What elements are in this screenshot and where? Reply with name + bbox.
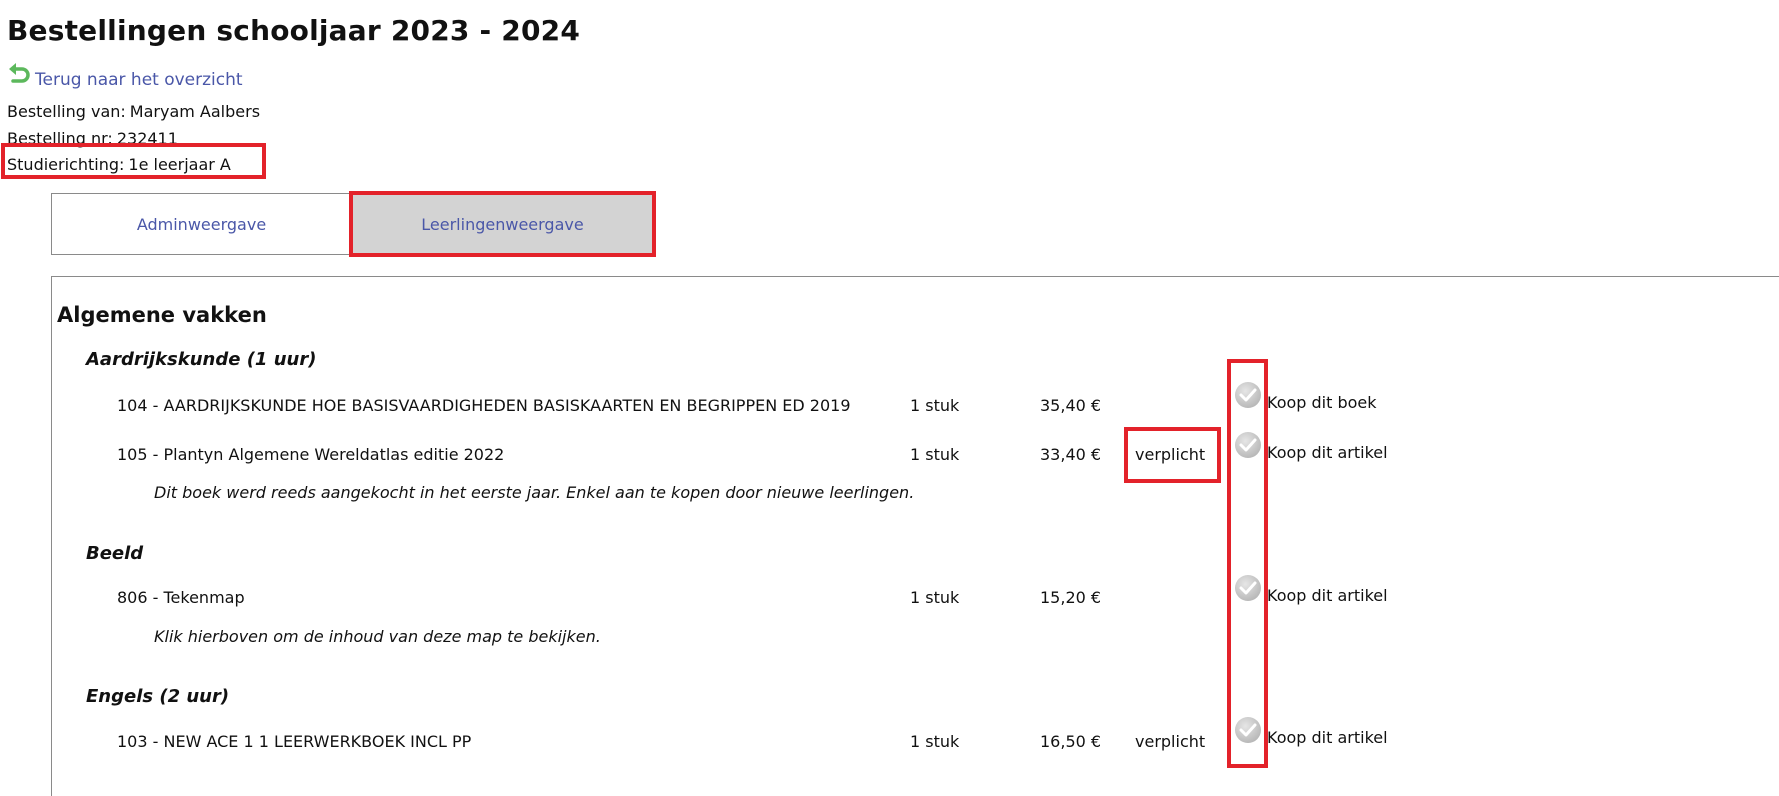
page-title: Bestellingen schooljaar 2023 - 2024 [7, 14, 581, 47]
buy-item-link[interactable]: Koop dit artikel [1267, 728, 1388, 747]
item-quantity: 1 stuk [910, 396, 960, 415]
buy-item-link[interactable]: Koop dit artikel [1267, 443, 1388, 462]
required-badge: verplicht [1135, 445, 1206, 464]
item-quantity: 1 stuk [910, 445, 960, 464]
subject-heading: Aardrijkskunde (1 uur) [86, 349, 317, 370]
tab-adminweergave[interactable]: Adminweergave [51, 193, 351, 255]
item-price: 35,40 € [1040, 396, 1102, 415]
item-description: 103 - NEW ACE 1 1 LEERWERKBOEK INCL PP [117, 732, 472, 751]
item-quantity: 1 stuk [910, 732, 960, 751]
tab-adminweergave-label[interactable]: Adminweergave [137, 215, 266, 234]
buy-check-icon[interactable] [1235, 717, 1261, 743]
back-link-label[interactable]: Terug naar het overzicht [35, 70, 243, 90]
back-arrow-icon [7, 60, 31, 88]
required-badge: verplicht [1135, 732, 1206, 751]
order-from-label: Bestelling van: [7, 102, 126, 121]
buy-check-icon[interactable] [1235, 575, 1261, 601]
item-price: 33,40 € [1040, 445, 1102, 464]
buy-item-link[interactable]: Koop dit artikel [1267, 586, 1388, 605]
buy-check-icon[interactable] [1235, 432, 1261, 458]
item-price: 16,50 € [1040, 732, 1102, 751]
buy-item-link[interactable]: Koop dit boek [1267, 393, 1377, 412]
study-direction: Studierichting: 1e leerjaar A [7, 155, 231, 174]
buy-check-icon[interactable] [1235, 382, 1261, 408]
tab-leerlingenweergave[interactable]: Leerlingenweergave [351, 193, 654, 255]
study-direction-value: 1e leerjaar A [128, 155, 231, 174]
item-description: 806 - Tekenmap [117, 588, 245, 607]
item-quantity: 1 stuk [910, 588, 960, 607]
section-title: Algemene vakken [57, 303, 267, 327]
order-from: Bestelling van: Maryam Aalbers [7, 102, 260, 121]
item-description: 104 - AARDRIJKSKUNDE HOE BASISVAARDIGHED… [117, 396, 851, 415]
subject-heading: Engels (2 uur) [86, 686, 230, 707]
item-description: 105 - Plantyn Algemene Wereldatlas editi… [117, 445, 505, 464]
order-number-label: Bestelling nr: [7, 129, 113, 148]
order-from-value: Maryam Aalbers [129, 102, 261, 121]
item-price: 15,20 € [1040, 588, 1102, 607]
tab-leerlingenweergave-label[interactable]: Leerlingenweergave [421, 215, 583, 234]
order-number-value: 232411 [116, 129, 178, 148]
back-link[interactable]: Terug naar het overzicht [7, 58, 243, 90]
item-note: Klik hierboven om de inhoud van deze map… [154, 627, 601, 646]
study-direction-label: Studierichting: [7, 155, 125, 174]
item-note: Dit boek werd reeds aangekocht in het ee… [154, 483, 915, 502]
order-number: Bestelling nr: 232411 [7, 129, 178, 148]
subject-heading: Beeld [86, 543, 144, 564]
